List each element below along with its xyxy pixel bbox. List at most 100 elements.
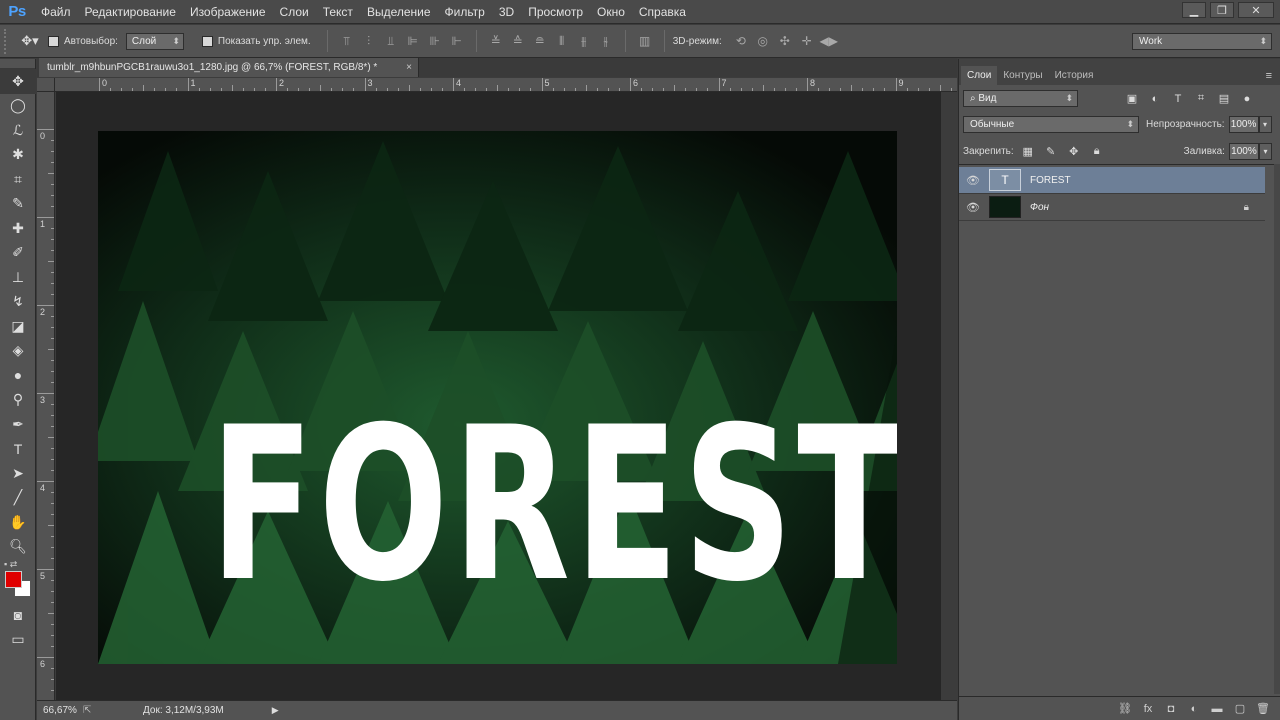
tab-layers[interactable]: Слои: [961, 66, 998, 85]
slide-3d-icon[interactable]: ✛: [799, 33, 815, 49]
healing-brush-icon[interactable]: ✚: [0, 216, 36, 241]
new-group-icon[interactable]: ▬: [1209, 703, 1225, 715]
swap-colors-icon[interactable]: ▪ ⇄: [4, 559, 17, 570]
zoom-tool-icon[interactable]: 🔍︎: [0, 535, 36, 560]
opacity-input[interactable]: 100%: [1228, 116, 1259, 133]
paint-bucket-icon[interactable]: ◈: [0, 339, 36, 364]
layer-row-forest[interactable]: 👁︎ T FOREST: [959, 167, 1265, 194]
distribute-vcenter-icon[interactable]: ≙: [510, 33, 526, 49]
menu-file[interactable]: Файл: [34, 0, 78, 24]
opacity-slider-icon[interactable]: ▾: [1258, 116, 1272, 133]
tab-history[interactable]: История: [1049, 66, 1100, 85]
foreground-color[interactable]: [5, 571, 22, 588]
filter-adjustment-icon[interactable]: ◐: [1146, 91, 1164, 107]
quick-select-tool-icon[interactable]: ✱: [0, 143, 36, 168]
filter-smart-object-icon[interactable]: ▤: [1215, 91, 1233, 107]
align-right-icon[interactable]: ⊩: [449, 33, 465, 49]
ruler-corner[interactable]: [37, 78, 55, 92]
menu-layers[interactable]: Слои: [273, 0, 316, 24]
pen-tool-icon[interactable]: ✒: [0, 412, 36, 437]
menu-help[interactable]: Справка: [632, 0, 693, 24]
menu-select[interactable]: Выделение: [360, 0, 438, 24]
new-layer-icon[interactable]: ▢: [1232, 702, 1248, 715]
layer-filter-dropdown[interactable]: ⌕ Вид: [963, 90, 1078, 107]
roll-3d-icon[interactable]: ◎: [755, 33, 771, 49]
export-icon[interactable]: ⇱: [83, 705, 97, 716]
autoselect-dropdown[interactable]: Слой: [125, 32, 184, 50]
close-document-icon[interactable]: ×: [406, 58, 412, 77]
distribute-hcenter-icon[interactable]: ⫵: [576, 33, 592, 49]
filter-toggle-icon[interactable]: ●: [1238, 91, 1256, 107]
toolbox-grip[interactable]: [0, 59, 35, 69]
status-menu-arrow-icon[interactable]: ▶: [272, 705, 279, 716]
options-grip[interactable]: [4, 28, 12, 54]
menu-text[interactable]: Текст: [316, 0, 360, 24]
add-mask-icon[interactable]: ◘: [1163, 703, 1179, 715]
filter-shape-icon[interactable]: ⌗: [1192, 91, 1210, 107]
minimize-button[interactable]: ▁: [1182, 2, 1206, 18]
menu-edit[interactable]: Редактирование: [78, 0, 183, 24]
eraser-tool-icon[interactable]: ◪: [0, 314, 36, 339]
rotate-3d-icon[interactable]: ⟲: [733, 33, 749, 49]
adjustment-layer-icon[interactable]: ◐: [1186, 703, 1202, 715]
dodge-tool-icon[interactable]: ⚲: [0, 388, 36, 413]
type-tool-icon[interactable]: T: [0, 437, 36, 462]
visibility-eye-icon[interactable]: 👁︎: [959, 174, 987, 187]
history-brush-icon[interactable]: ↯: [0, 290, 36, 315]
filter-pixel-icon[interactable]: ▣: [1123, 91, 1141, 107]
menu-image[interactable]: Изображение: [183, 0, 273, 24]
hand-tool-icon[interactable]: ✋: [0, 510, 36, 535]
quick-mask-icon[interactable]: ◙: [0, 603, 36, 628]
distribute-left-icon[interactable]: ⫴: [554, 33, 570, 49]
delete-layer-icon[interactable]: 🗑︎: [1255, 702, 1271, 715]
marquee-tool-icon[interactable]: ◯: [0, 94, 36, 119]
document-tab[interactable]: tumblr_m9hbunPGCB1rauwu3o1_1280.jpg @ 66…: [39, 58, 419, 77]
lock-all-icon[interactable]: 🔒︎: [1088, 144, 1106, 160]
ruler-horizontal[interactable]: 0 1 2 3 4 5 6 7 8 9: [55, 78, 974, 92]
move-icon[interactable]: ✥▾: [12, 33, 48, 49]
lock-transparency-icon[interactable]: ▦: [1019, 144, 1037, 160]
layers-scrollbar[interactable]: [1274, 164, 1280, 694]
restore-button[interactable]: ❐: [1210, 2, 1234, 18]
close-button[interactable]: ✕: [1238, 2, 1274, 18]
distribute-bottom-icon[interactable]: ≘: [532, 33, 548, 49]
distribute-top-icon[interactable]: ≚: [488, 33, 504, 49]
path-select-icon[interactable]: ➤: [0, 461, 36, 486]
lock-position-icon[interactable]: ✥: [1065, 144, 1083, 160]
filter-type-icon[interactable]: T: [1169, 91, 1187, 107]
image-canvas[interactable]: FOREST: [98, 131, 897, 664]
fill-input[interactable]: 100%: [1228, 143, 1259, 160]
menu-3d[interactable]: 3D: [492, 0, 521, 24]
menu-view[interactable]: Просмотр: [521, 0, 590, 24]
auto-align-icon[interactable]: ▥: [637, 33, 653, 49]
menu-window[interactable]: Окно: [590, 0, 632, 24]
line-tool-icon[interactable]: ╱: [0, 486, 36, 511]
workspace-dropdown[interactable]: Work: [1132, 33, 1272, 50]
link-layers-icon[interactable]: ⛓: [1117, 702, 1133, 715]
scale-3d-icon[interactable]: ◀▶: [820, 33, 838, 49]
blend-mode-dropdown[interactable]: Обычные: [963, 116, 1139, 133]
move-tool-icon[interactable]: ✥: [0, 69, 36, 94]
show-controls-checkbox[interactable]: [201, 35, 213, 47]
fill-slider-icon[interactable]: ▾: [1258, 143, 1272, 160]
visibility-eye-icon[interactable]: 👁︎: [959, 201, 987, 214]
align-vcenter-icon[interactable]: ⫶: [361, 33, 377, 49]
distribute-right-icon[interactable]: ⫳: [598, 33, 614, 49]
tab-paths[interactable]: Контуры: [997, 66, 1048, 85]
autoselect-checkbox[interactable]: [48, 35, 59, 47]
align-bottom-icon[interactable]: ⫫: [383, 33, 399, 49]
lasso-tool-icon[interactable]: ℒ: [0, 118, 36, 143]
blur-tool-icon[interactable]: ●: [0, 363, 36, 388]
brush-tool-icon[interactable]: ✐: [0, 241, 36, 266]
drag-3d-icon[interactable]: ✣: [777, 33, 793, 49]
ruler-vertical[interactable]: 0 1 2 3 4 5 6: [37, 92, 55, 713]
layer-row-background[interactable]: 👁︎ Фон 🔒︎: [959, 194, 1265, 221]
menu-filter[interactable]: Фильтр: [438, 0, 492, 24]
zoom-field[interactable]: 66,67%: [37, 705, 83, 716]
eyedropper-tool-icon[interactable]: ✎: [0, 192, 36, 217]
align-left-icon[interactable]: ⊫: [405, 33, 421, 49]
screen-mode-icon[interactable]: ▭: [0, 628, 36, 653]
align-top-icon[interactable]: ⫪: [339, 33, 355, 49]
lock-pixels-icon[interactable]: ✎: [1042, 144, 1060, 160]
align-hcenter-icon[interactable]: ⊪: [427, 33, 443, 49]
